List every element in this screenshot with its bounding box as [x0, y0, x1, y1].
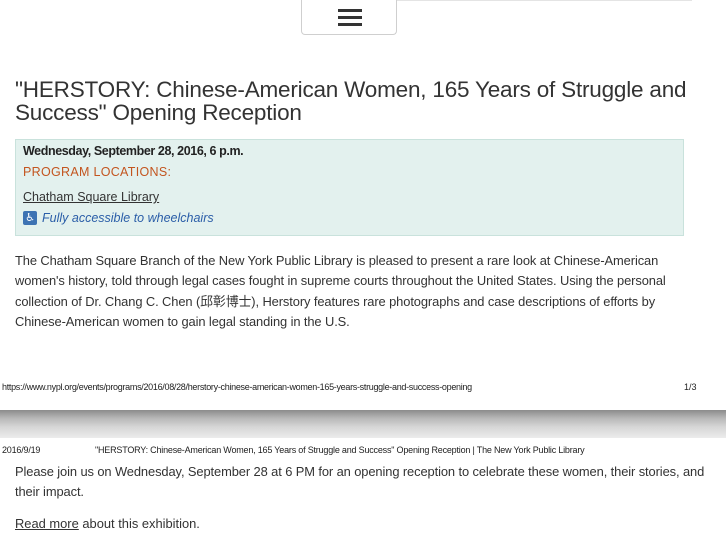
program-locations-label: PROGRAM LOCATIONS:: [23, 165, 172, 179]
read-more-tail: about this exhibition.: [78, 516, 200, 531]
print-header-title: "HERSTORY: Chinese-American Women, 165 Y…: [95, 445, 585, 455]
print-page-1: "HERSTORY: Chinese-American Women, 165 Y…: [0, 0, 726, 410]
wheelchair-icon: ♿: [23, 211, 37, 225]
read-more-line: Read more about this exhibition.: [15, 516, 200, 531]
event-description: The Chatham Square Branch of the New Yor…: [15, 253, 666, 329]
event-date: Wednesday, September 28, 2016, 6 p.m.: [23, 144, 244, 158]
page-break: [0, 410, 726, 438]
print-header-date: 2016/9/19: [2, 445, 41, 455]
hamburger-menu-icon: [338, 9, 362, 27]
location-link[interactable]: Chatham Square Library: [23, 190, 159, 204]
event-invitation: Please join us on Wednesday, September 2…: [15, 464, 705, 500]
print-page-2: 2016/9/19 "HERSTORY: Chinese-American Wo…: [0, 438, 726, 546]
menu-button[interactable]: [301, 0, 397, 35]
event-info-box: Wednesday, September 28, 2016, 6 p.m. PR…: [15, 139, 684, 236]
print-footer-page-number: 1/3: [684, 382, 697, 392]
header-divider: [397, 0, 692, 1]
read-more-link[interactable]: Read more: [15, 516, 79, 531]
print-footer-url: https://www.nypl.org/events/programs/201…: [2, 382, 472, 392]
accessibility-text: Fully accessible to wheelchairs: [42, 211, 214, 225]
event-title: "HERSTORY: Chinese-American Women, 165 Y…: [15, 77, 687, 125]
